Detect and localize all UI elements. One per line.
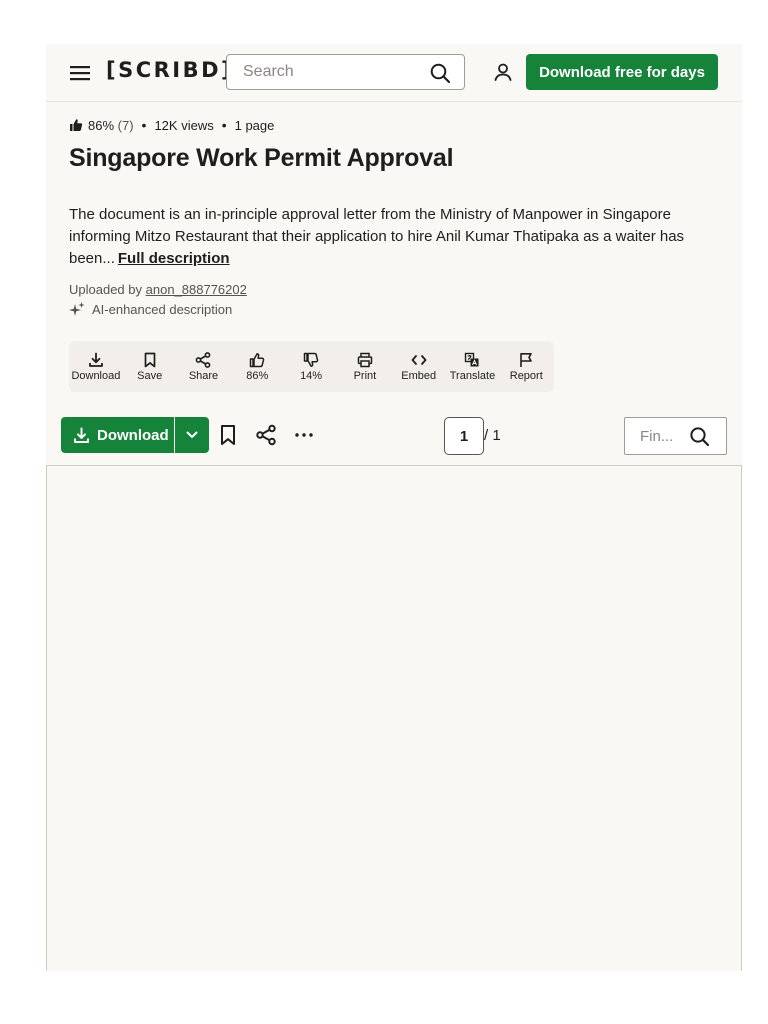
action-label: Report: [509, 369, 543, 382]
thumbs-up-icon: [250, 352, 265, 367]
action-print-button[interactable]: Print: [338, 341, 392, 392]
action-label: 86%: [246, 369, 269, 382]
bookmark-icon: [144, 352, 156, 367]
hamburger-menu-icon[interactable]: [68, 62, 92, 84]
action-label: Translate: [449, 369, 496, 382]
uploader-link[interactable]: anon_888776202: [146, 282, 247, 297]
print-icon: [357, 352, 373, 367]
download-icon: [88, 352, 103, 367]
search-input[interactable]: [228, 56, 418, 88]
action-report-button[interactable]: Report: [499, 341, 553, 392]
action-label: Embed: [401, 369, 437, 382]
action-download-button[interactable]: Download: [69, 341, 123, 392]
rating-count: (7): [117, 117, 134, 133]
viewer-toolbar: Download / 1: [61, 417, 727, 457]
document-viewer[interactable]: [46, 465, 742, 971]
action-label: Print: [353, 369, 377, 382]
action-downvote-button[interactable]: 14%: [284, 341, 338, 392]
separator-dot: •: [221, 117, 227, 133]
separator-dot: •: [141, 117, 147, 133]
action-save-button[interactable]: Save: [123, 341, 177, 392]
page-number-input[interactable]: [444, 417, 484, 455]
action-bar: Download Save Share 86% 14% Print Embed: [69, 341, 554, 392]
embed-icon: [411, 354, 427, 365]
action-label: Save: [137, 369, 163, 382]
action-label: Download: [71, 369, 121, 382]
ai-description-note: AI-enhanced description: [69, 301, 232, 317]
rating-percent: 86%: [88, 117, 115, 133]
toolbar-download-button[interactable]: Download: [61, 417, 174, 453]
ai-note-text: AI-enhanced description: [92, 301, 233, 317]
thumbs-up-icon: [70, 119, 83, 131]
view-count: 12K views: [154, 117, 214, 133]
page-total: / 1: [484, 427, 501, 444]
document-title: Singapore Work Permit Approval: [69, 144, 454, 172]
action-embed-button[interactable]: Embed: [392, 341, 446, 392]
find-box: [624, 417, 727, 455]
sparkle-icon: [69, 302, 85, 316]
download-options-button[interactable]: [175, 417, 209, 453]
action-label: 14%: [300, 369, 323, 382]
share-icon: [196, 351, 211, 368]
download-icon: [74, 427, 89, 443]
share-icon[interactable]: [255, 424, 277, 446]
search-box: [226, 54, 465, 90]
search-icon[interactable]: [429, 62, 451, 84]
more-options-icon[interactable]: [293, 424, 315, 446]
search-icon[interactable]: [689, 426, 710, 447]
action-translate-button[interactable]: Translate: [446, 341, 500, 392]
chevron-down-icon: [186, 431, 198, 438]
page-frame: [SCRIBD] Download free for days 86% (7) …: [46, 44, 742, 971]
top-nav: [SCRIBD] Download free for days: [46, 44, 742, 102]
translate-icon: [465, 352, 479, 366]
bookmark-icon[interactable]: [217, 424, 239, 446]
user-icon[interactable]: [492, 61, 514, 83]
uploader-line: Uploaded by anon_888776202: [69, 282, 247, 297]
find-input[interactable]: [626, 419, 684, 453]
download-free-button[interactable]: Download free for days: [526, 54, 718, 90]
page-count: 1 page: [234, 117, 275, 133]
uploaded-by-label: Uploaded by: [69, 282, 142, 297]
flag-icon: [520, 352, 533, 367]
action-upvote-button[interactable]: 86%: [230, 341, 284, 392]
action-label: Share: [188, 369, 219, 382]
download-label: Download: [97, 426, 169, 444]
doc-stats: 86% (7) • 12K views • 1 page: [69, 117, 274, 133]
thumbs-down-icon: [303, 352, 319, 367]
action-share-button[interactable]: Share: [177, 341, 231, 392]
scribd-logo[interactable]: [SCRIBD]: [106, 58, 233, 82]
document-description: The document is an in-principle approval…: [69, 204, 709, 270]
full-description-link[interactable]: Full description: [118, 250, 230, 267]
